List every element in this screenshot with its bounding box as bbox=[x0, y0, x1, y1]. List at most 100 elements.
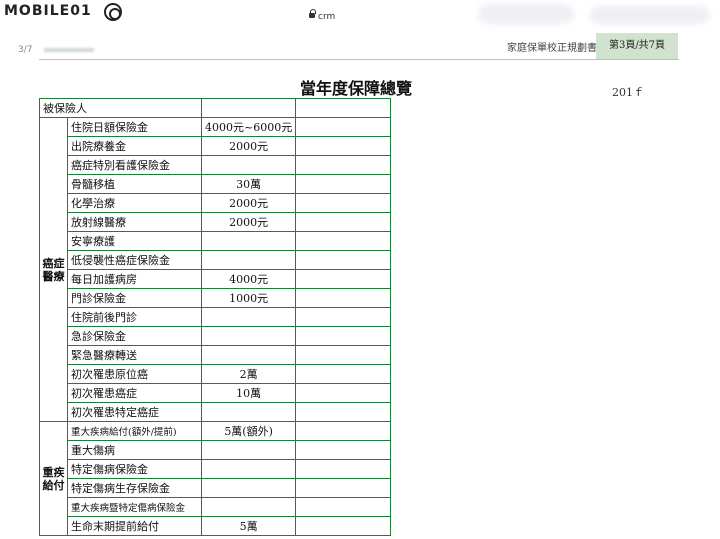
table-row: 癌症 醫療 住院日額保險金 4000元~6000元 bbox=[39, 117, 392, 422]
table-row: 初次罹患特定癌症 bbox=[40, 402, 392, 422]
extra-cell bbox=[295, 497, 392, 517]
coverage-label: 初次罹患原位癌 bbox=[67, 364, 202, 384]
coverage-value bbox=[200, 307, 297, 327]
coverage-value bbox=[200, 231, 297, 251]
table-row: 重大疾病暨特定傷病保險金 bbox=[40, 497, 392, 517]
coverage-value: 1000元 bbox=[200, 288, 297, 308]
coverage-value: 4000元~6000元 bbox=[200, 117, 297, 137]
page-fraction: 3/7 bbox=[18, 45, 33, 55]
mobile01-logo-icon bbox=[104, 3, 122, 21]
table-row: 化學治療 2000元 bbox=[40, 193, 392, 213]
extra-cell bbox=[295, 212, 392, 232]
extra-cell bbox=[295, 345, 392, 365]
coverage-label: 生命末期提前給付 bbox=[67, 516, 202, 536]
table-row: 骨髓移植 30萬 bbox=[40, 174, 392, 194]
table-row: 住院前後門診 bbox=[40, 307, 392, 327]
extra-cell bbox=[295, 459, 392, 479]
table-row: 特定傷病生存保險金 bbox=[40, 478, 392, 498]
table-row: 低侵襲性癌症保險金 bbox=[40, 250, 392, 270]
extra-cell bbox=[295, 269, 392, 289]
coverage-value: 2000元 bbox=[200, 212, 297, 232]
page-title: 當年度保障總覽 bbox=[300, 79, 413, 98]
coverage-value bbox=[200, 440, 297, 460]
mobile01-logo[interactable]: MOBILE01 bbox=[4, 3, 92, 19]
table-row: 安寧療護 bbox=[40, 231, 392, 251]
table-row: 癌症特別看護保險金 bbox=[40, 155, 392, 175]
coverage-label: 住院前後門診 bbox=[67, 307, 202, 327]
document-title: 家庭保單校正規劃書 bbox=[507, 43, 597, 54]
coverage-label: 特定傷病保險金 bbox=[67, 459, 202, 479]
table-row: 初次罹患原位癌 2萬 bbox=[40, 364, 392, 384]
extra-cell bbox=[295, 193, 392, 213]
coverage-label: 癌症特別看護保險金 bbox=[67, 155, 202, 175]
coverage-label: 住院日額保險金 bbox=[67, 117, 202, 137]
coverage-value: 30萬 bbox=[200, 174, 297, 194]
table-row: 出院療養金 2000元 bbox=[40, 136, 392, 156]
coverage-value bbox=[200, 155, 297, 175]
table-row: 初次罹患癌症 10萬 bbox=[40, 383, 392, 403]
extra-cell bbox=[295, 288, 392, 308]
coverage-value bbox=[200, 497, 297, 517]
header-divider bbox=[39, 59, 679, 60]
coverage-value: 2000元 bbox=[200, 193, 297, 213]
coverage-value bbox=[200, 326, 297, 346]
coverage-label: 骨髓移植 bbox=[67, 174, 202, 194]
table-row: 特定傷病保險金 bbox=[40, 459, 392, 479]
extra-cell bbox=[295, 421, 392, 441]
coverage-label: 特定傷病生存保險金 bbox=[67, 478, 202, 498]
table-row: 放射線醫療 2000元 bbox=[40, 212, 392, 232]
coverage-label: 重大疾病暨特定傷病保險金 bbox=[67, 497, 202, 517]
coverage-label: 緊急醫療轉送 bbox=[67, 345, 202, 365]
extra-cell bbox=[295, 478, 392, 498]
coverage-value bbox=[200, 345, 297, 365]
coverage-label: 安寧療護 bbox=[67, 231, 202, 251]
extra-cell bbox=[295, 155, 392, 175]
coverage-table: 被保險人 癌症 醫療 住院日額保險金 4000元~6000元 出院療養金 2000元 癌症… bbox=[39, 98, 392, 536]
coverage-label: 每日加護病房 bbox=[67, 269, 202, 289]
coverage-label: 初次罹患特定癌症 bbox=[67, 402, 202, 422]
coverage-value bbox=[200, 478, 297, 498]
document-header: 3/7 家庭保單校正規劃書 第3頁/共7頁 bbox=[0, 33, 720, 59]
table-row: 重疾 給付 重大疾病給付(額外/提前) 5萬(額外) bbox=[39, 421, 392, 536]
browser-bar: MOBILE01 crm bbox=[0, 0, 720, 30]
insured-value-cell bbox=[200, 98, 297, 118]
extra-cell bbox=[295, 440, 392, 460]
extra-cell bbox=[295, 250, 392, 270]
coverage-label: 初次罹患癌症 bbox=[67, 383, 202, 403]
coverage-label: 低侵襲性癌症保險金 bbox=[67, 250, 202, 270]
coverage-value: 10萬 bbox=[200, 383, 297, 403]
extra-cell bbox=[295, 307, 392, 327]
blurred-region bbox=[590, 6, 710, 24]
group-label: 重疾 給付 bbox=[39, 421, 68, 536]
smudge-mark bbox=[44, 48, 94, 52]
coverage-value: 5萬 bbox=[200, 516, 297, 536]
coverage-value bbox=[200, 402, 297, 422]
coverage-label: 放射線醫療 bbox=[67, 212, 202, 232]
url-bar[interactable]: crm bbox=[309, 9, 335, 22]
coverage-value bbox=[200, 250, 297, 270]
coverage-label: 急診保險金 bbox=[67, 326, 202, 346]
coverage-value: 5萬(額外) bbox=[200, 421, 297, 441]
table-row: 重大傷病 bbox=[40, 440, 392, 460]
extra-cell bbox=[295, 136, 392, 156]
insured-extra-cell bbox=[295, 98, 392, 118]
group-label: 癌症 醫療 bbox=[39, 117, 68, 422]
blurred-region bbox=[478, 4, 574, 24]
coverage-label: 重大傷病 bbox=[67, 440, 202, 460]
table-row: 每日加護病房 4000元 bbox=[40, 269, 392, 289]
coverage-label: 出院療養金 bbox=[67, 136, 202, 156]
page-number-badge: 第3頁/共7頁 bbox=[596, 33, 678, 59]
insured-label: 被保險人 bbox=[39, 98, 202, 118]
extra-cell bbox=[295, 364, 392, 384]
extra-cell bbox=[295, 402, 392, 422]
extra-cell bbox=[295, 326, 392, 346]
coverage-value bbox=[200, 459, 297, 479]
coverage-label: 重大疾病給付(額外/提前) bbox=[67, 421, 202, 441]
lock-icon bbox=[309, 9, 316, 18]
table-row: 門診保險金 1000元 bbox=[40, 288, 392, 308]
year-label: 201ｆ bbox=[612, 86, 644, 99]
table-row: 生命末期提前給付 5萬 bbox=[40, 516, 392, 536]
extra-cell bbox=[295, 231, 392, 251]
extra-cell bbox=[295, 174, 392, 194]
coverage-value: 2萬 bbox=[200, 364, 297, 384]
